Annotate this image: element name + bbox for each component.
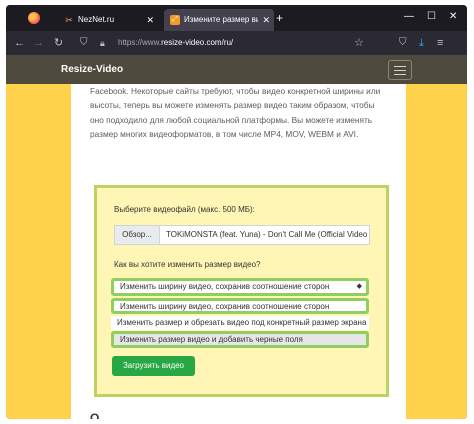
download-icon[interactable]: ⤓ xyxy=(419,36,424,50)
resize-question: Как вы хотите изменить размер видео? xyxy=(114,260,261,269)
scissors-icon: ✂ xyxy=(65,15,73,25)
tab-title: Измените размер видео онлайн xyxy=(184,15,258,24)
browse-button[interactable]: Обзор... xyxy=(114,225,160,245)
pocket-icon[interactable]: ⛉ xyxy=(399,36,407,50)
upload-form: Выберите видеофайл (макс. 500 МБ): Обзор… xyxy=(94,185,389,397)
close-tab-icon[interactable]: ✕ xyxy=(262,9,270,31)
site-brand[interactable]: Resize-Video xyxy=(61,55,123,84)
tab-resize-video[interactable]: ⤢ Измените размер видео онлайн ✕ xyxy=(164,9,274,31)
resize-mode-select[interactable]: Изменить ширину видео, сохранив соотноше… xyxy=(111,278,369,296)
next-section-heading-fragment: O xyxy=(90,411,100,419)
forward-icon[interactable]: → xyxy=(33,36,44,50)
url-host: resize-video.com/ru/ xyxy=(161,38,234,47)
upload-video-button[interactable]: Загрузить видео xyxy=(112,356,195,376)
chevron-down-icon: ◆ xyxy=(356,283,362,290)
option-change-width[interactable]: Изменить ширину видео, сохранив соотноше… xyxy=(111,298,369,314)
navigation-bar: ← → ↻ ⛉ 🔒︎ ☆ ⛉ ⤓ ≡ xyxy=(6,31,467,55)
hamburger-menu-icon[interactable] xyxy=(388,60,412,80)
tab-strip: ✂ NezNet.ru ✕ ⤢ Измените размер видео он… xyxy=(6,5,467,31)
shield-icon[interactable]: ⛉ xyxy=(80,36,88,50)
close-tab-icon[interactable]: ✕ xyxy=(146,9,154,31)
new-tab-button[interactable]: + xyxy=(276,10,283,26)
option-resize-crop[interactable]: Изменить размер и обрезать видео под кон… xyxy=(111,316,369,330)
back-icon[interactable]: ← xyxy=(14,36,25,50)
close-window-button[interactable]: ✕ xyxy=(449,10,457,24)
web-page: Resize-Video и в соответствии с требован… xyxy=(6,55,467,419)
maximize-button[interactable]: ☐ xyxy=(427,10,436,24)
option-add-black-bars[interactable]: Изменить размер видео и добавить черные … xyxy=(111,331,369,348)
site-header: Resize-Video xyxy=(6,55,467,84)
file-label: Выберите видеофайл (макс. 500 МБ): xyxy=(114,205,255,214)
url-prefix: https://www. xyxy=(118,38,162,47)
firefox-icon[interactable] xyxy=(28,12,40,24)
menu-icon[interactable]: ≡ xyxy=(437,36,443,50)
minimize-button[interactable]: — xyxy=(404,10,414,24)
browser-window: ✂ NezNet.ru ✕ ⤢ Измените размер видео он… xyxy=(6,5,467,419)
content-column: и в соответствии с требованиями к размер… xyxy=(71,55,406,419)
reload-icon[interactable]: ↻ xyxy=(54,36,63,50)
bookmark-star-icon[interactable]: ☆ xyxy=(354,36,364,50)
address-bar[interactable]: https://www.resize-video.com/ru/ xyxy=(118,36,233,50)
resize-icon: ⤢ xyxy=(170,15,180,25)
tab-title: NezNet.ru xyxy=(78,15,115,24)
selected-option: Изменить ширину видео, сохранив соотноше… xyxy=(120,282,330,291)
lock-icon[interactable]: 🔒︎ xyxy=(100,36,105,50)
file-name-field[interactable]: TOKiMONSTA (feat. Yuna) - Don't Call Me … xyxy=(159,225,370,245)
tab-neznet[interactable]: ✂ NezNet.ru ✕ xyxy=(58,9,158,31)
